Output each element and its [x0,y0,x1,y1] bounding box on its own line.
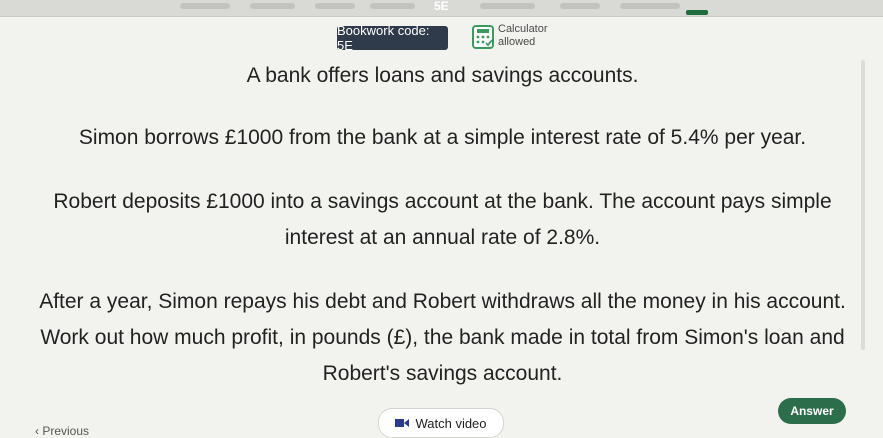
calculator-allowed-label: Calculator allowed [498,23,548,49]
question-paragraph-3: Robert deposits £1000 into a savings acc… [53,190,832,249]
calculator-icon [472,25,494,49]
progress-segment[interactable] [620,3,680,9]
top-progress-strip: 5E [0,0,883,17]
watch-video-button[interactable]: Watch video [378,408,504,438]
progress-segment[interactable] [250,3,295,9]
question-paragraph-2: Simon borrows £1000 from the bank at a s… [78,126,807,149]
progress-segment[interactable] [315,3,355,9]
question-paragraph-1: A bank offers loans and savings accounts… [246,64,639,87]
bookwork-code-badge: Bookwork code: 5E [337,23,448,53]
watch-video-label: Watch video [415,415,487,431]
progress-segment[interactable] [560,3,600,9]
video-icon [395,419,410,427]
question-paragraph-4: After a year, Simon repays his debt and … [39,290,846,385]
scrollbar[interactable] [861,60,865,350]
calculator-label-line1: Calculator [498,23,548,35]
progress-indicator [686,10,708,15]
current-task-label: 5E [434,0,449,13]
progress-segment[interactable] [480,3,535,9]
answer-button[interactable]: Answer [778,398,846,424]
question-text: A bank offers loans and savings accounts… [20,58,865,420]
progress-segment[interactable] [370,3,415,9]
progress-segment[interactable] [180,3,230,9]
calculator-label-line2: allowed [498,36,536,48]
